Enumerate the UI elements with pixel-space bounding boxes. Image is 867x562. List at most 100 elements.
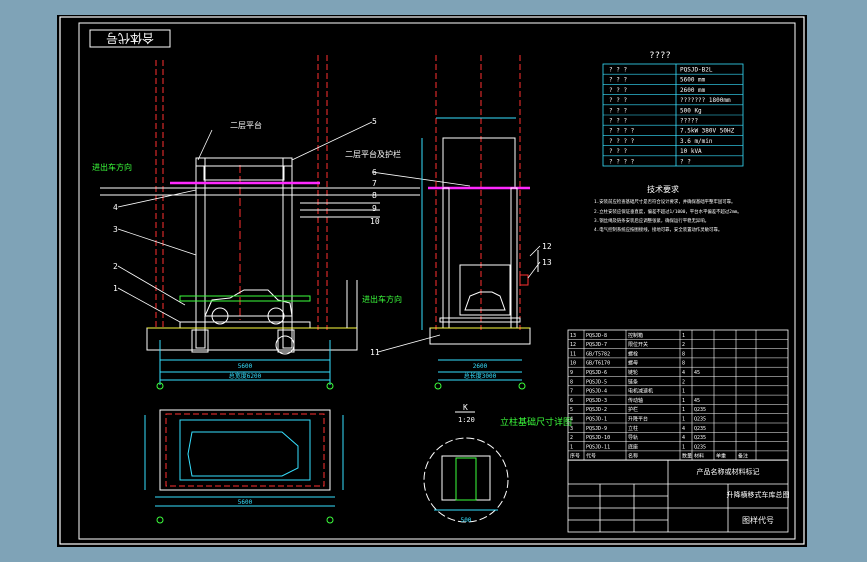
tech-requirements: 1.安装前应检查基础尺寸是否符合设计要求，并确保基础平整牢固可靠。 2.立柱安装… <box>594 198 742 233</box>
bom-cell: 电机减速机 <box>628 388 653 395</box>
svg-text:8: 8 <box>372 191 377 200</box>
dim-right-width: 2600 <box>473 363 488 370</box>
bom-cell: 护栏 <box>628 406 638 413</box>
dim-detail-width: 500 <box>461 517 472 524</box>
bom-cell: 7 <box>570 389 573 395</box>
detail-title: 立柱基础尺寸详图 <box>500 416 572 428</box>
bom-cell: 螺母 <box>628 360 638 367</box>
svg-text:5: 5 <box>372 117 377 126</box>
spec-label: ? ? ? ? <box>609 138 635 145</box>
dim-left-total: 总宽度6200 <box>229 372 262 380</box>
tech-title: 技术要求 <box>647 184 679 194</box>
bom-table: 13 PQSJD-8 控制箱 112 PQSJD-7 限位开关 211 GB/T5782 螺栓 8… <box>567 329 789 461</box>
dim-left-width: 5600 <box>238 363 253 370</box>
spec-value: ????? <box>680 118 698 125</box>
bom-cell: PQSJD-10 <box>586 435 610 441</box>
bom-cell: PQSJD-4 <box>586 389 607 395</box>
bom-cell: 控制箱 <box>628 332 643 339</box>
bom-cell: GB/T6170 <box>586 361 610 367</box>
plan-view <box>144 409 344 524</box>
spec-value: ? ? <box>680 158 691 165</box>
spec-value: PQSJD-B2L <box>680 67 713 74</box>
title-block-name: 升降横移式车库总图 <box>727 490 790 499</box>
callout-2: 2 <box>113 262 118 271</box>
title-stamp-text: 合体代号 <box>106 31 154 46</box>
svg-text:6: 6 <box>372 168 377 177</box>
svg-text:1.安装前应检查基础尺寸是否符合设计要求，并确保基础平整牢固: 1.安装前应检查基础尺寸是否符合设计要求，并确保基础平整牢固可靠。 <box>594 198 735 205</box>
bom-cell: PQSJD-11 <box>586 444 610 450</box>
spec-label: ? ? ? ? <box>609 158 635 165</box>
bom-cell: 链条 <box>628 378 638 385</box>
bom-cell: 底座 <box>628 443 638 450</box>
title-block-org: 产品名称或材料标记 <box>697 467 760 476</box>
bom-header-cell: 材料 <box>694 453 704 460</box>
bom-cell: Q235 <box>694 426 706 432</box>
spec-label: ? ? ? <box>609 77 627 84</box>
bom-cell: 1 <box>682 407 685 413</box>
spec-table-title: ???? <box>649 51 671 61</box>
spec-label: ? ? ? <box>609 107 627 114</box>
bom-cell: 传动轴 <box>628 397 643 404</box>
dim-plan-width: 5600 <box>238 499 253 506</box>
bom-cell: 8 <box>682 351 685 357</box>
bom-cell: 1 <box>682 333 685 339</box>
bom-cell: 导轨 <box>628 434 638 441</box>
bom-header-cell: 名称 <box>628 453 638 460</box>
detail-circle <box>423 437 509 523</box>
dim-right-total: 总长度3000 <box>464 372 497 380</box>
scale-label: K <box>463 403 468 412</box>
bom-cell: 6 <box>570 398 573 404</box>
bom-cell: 45 <box>694 398 700 404</box>
callout-3: 3 <box>113 225 118 234</box>
bom-cell: PQSJD-8 <box>586 333 607 339</box>
spec-value: 3.6 m/min <box>680 138 713 145</box>
bom-cell: 2 <box>682 342 685 348</box>
bom-header-cell: 序号 <box>570 453 580 460</box>
bom-cell: PQSJD-1 <box>586 417 607 423</box>
bom-cell: Q235 <box>694 417 706 423</box>
bom-cell: 升降平台 <box>628 416 648 423</box>
bom-header-cell: 数量 <box>682 453 692 460</box>
svg-text:3.钢丝绳及链条安装后应调整张紧，确保运行平稳无异响。: 3.钢丝绳及链条安装后应调整张紧，确保运行平稳无异响。 <box>594 217 709 224</box>
bom-cell: 4 <box>682 370 685 376</box>
bom-cell: 链轮 <box>628 369 638 376</box>
callouts-far <box>377 245 541 353</box>
spec-value: 2600 mm <box>680 87 706 94</box>
spec-value: ??????? 1800mm <box>680 97 731 104</box>
label-exit-direction: 进出车方向 <box>362 294 402 304</box>
bom-cell: 8 <box>570 379 573 385</box>
scale-value: 1:20 <box>458 416 475 424</box>
bom-cell: 13 <box>570 333 576 339</box>
bom-cell: 12 <box>570 342 576 348</box>
bom-cell: 螺栓 <box>628 350 638 357</box>
bom-cell: Q235 <box>694 444 706 450</box>
spec-label: ? ? ? <box>609 67 627 74</box>
bom-cell: 1 <box>682 417 685 423</box>
svg-text:4.电气控制系统应按图接线，接地可靠，安全装置动作灵敏可靠。: 4.电气控制系统应按图接线，接地可靠，安全装置动作灵敏可靠。 <box>594 226 722 233</box>
side-elevation <box>421 55 539 390</box>
bom-cell: PQSJD-3 <box>586 398 607 404</box>
spec-table: ? ? ? PQSJD-B2L ? ? ? 5600 mm ? ? ? 2600 mm ? … <box>602 63 744 167</box>
bom-cell: Q235 <box>694 435 706 441</box>
label-entry-direction: 进出车方向 <box>92 162 132 172</box>
bom-cell: 4 <box>682 426 685 432</box>
bom-cell: 11 <box>570 351 576 357</box>
bom-cell: 2 <box>570 435 573 441</box>
bom-cell: PQSJD-6 <box>586 370 607 376</box>
spec-value: 500 Kg <box>680 107 702 114</box>
spec-label: ? ? ? ? <box>609 128 635 135</box>
bom-cell: 10 <box>570 361 576 367</box>
bom-cell: 4 <box>570 417 573 423</box>
outer-border <box>59 16 805 545</box>
cad-drawing: 合体代号 二层平台 二层平台及护栏 进出车方向 进出车方向 5600 总宽度62… <box>59 16 805 545</box>
bom-header-cell: 代号 <box>586 453 596 460</box>
bom-cell: PQSJD-7 <box>586 342 607 348</box>
bom-cell: 1 <box>570 444 573 450</box>
bom-cell: 1 <box>682 389 685 395</box>
bom-cell: 3 <box>570 426 573 432</box>
bom-cell: PQSJD-9 <box>586 426 607 432</box>
callouts-left <box>117 121 471 323</box>
callout-1: 1 <box>113 284 118 293</box>
drawing-sheet: 合体代号 二层平台 二层平台及护栏 进出车方向 进出车方向 5600 总宽度62… <box>57 15 807 547</box>
bom-cell: 9 <box>570 370 573 376</box>
